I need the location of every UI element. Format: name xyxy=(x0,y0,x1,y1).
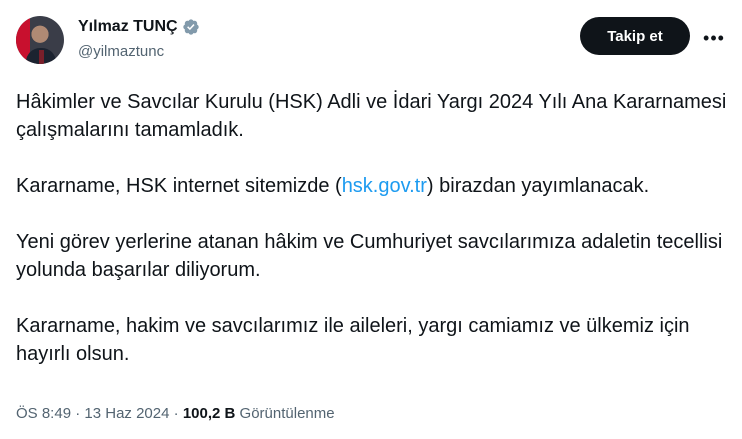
views-label: Görüntülenme xyxy=(239,405,335,422)
tweet-date[interactable]: 13 Haz 2024 xyxy=(84,405,169,422)
tweet-paragraph-2-before: Kararname, HSK internet sitemizde ( xyxy=(16,175,342,197)
tweet-paragraph-2-after: ) birazdan yayımlanacak. xyxy=(426,175,650,197)
avatar-tie xyxy=(39,50,44,64)
tweet-time[interactable]: ÖS 8:49 xyxy=(16,405,71,422)
tweet-paragraph-1: Hâkimler ve Savcılar Kurulu (HSK) Adli v… xyxy=(16,91,727,141)
tweet-paragraph-3: Yeni görev yerlerine atanan hâkim ve Cum… xyxy=(16,231,723,281)
hsk-website-link[interactable]: hsk.gov.tr xyxy=(342,175,427,197)
tweet-text: Hâkimler ve Savcılar Kurulu (HSK) Adli v… xyxy=(16,88,728,368)
tweet-paragraph-2: Kararname, HSK internet sitemizde (hsk.g… xyxy=(16,172,728,200)
follow-button[interactable]: Takip et xyxy=(580,17,690,55)
verified-badge-icon[interactable] xyxy=(182,18,200,36)
tweet-paragraph-4: Kararname, hakim ve savcılarımız ile ail… xyxy=(16,315,690,365)
avatar[interactable] xyxy=(16,16,64,64)
views-count: 100,2 B xyxy=(182,405,236,422)
more-horizontal-icon[interactable]: ••• xyxy=(700,24,728,52)
author-name[interactable]: Yılmaz TUNÇ xyxy=(78,18,178,36)
author-name-row[interactable]: Yılmaz TUNÇ xyxy=(78,18,200,36)
meta-separator: · xyxy=(169,405,183,422)
tweet-meta: ÖS 8:49 · 13 Haz 2024 · 100,2 B Görüntül… xyxy=(16,405,335,422)
author-handle[interactable]: @yilmaztunc xyxy=(78,43,164,60)
meta-separator: · xyxy=(71,405,85,422)
